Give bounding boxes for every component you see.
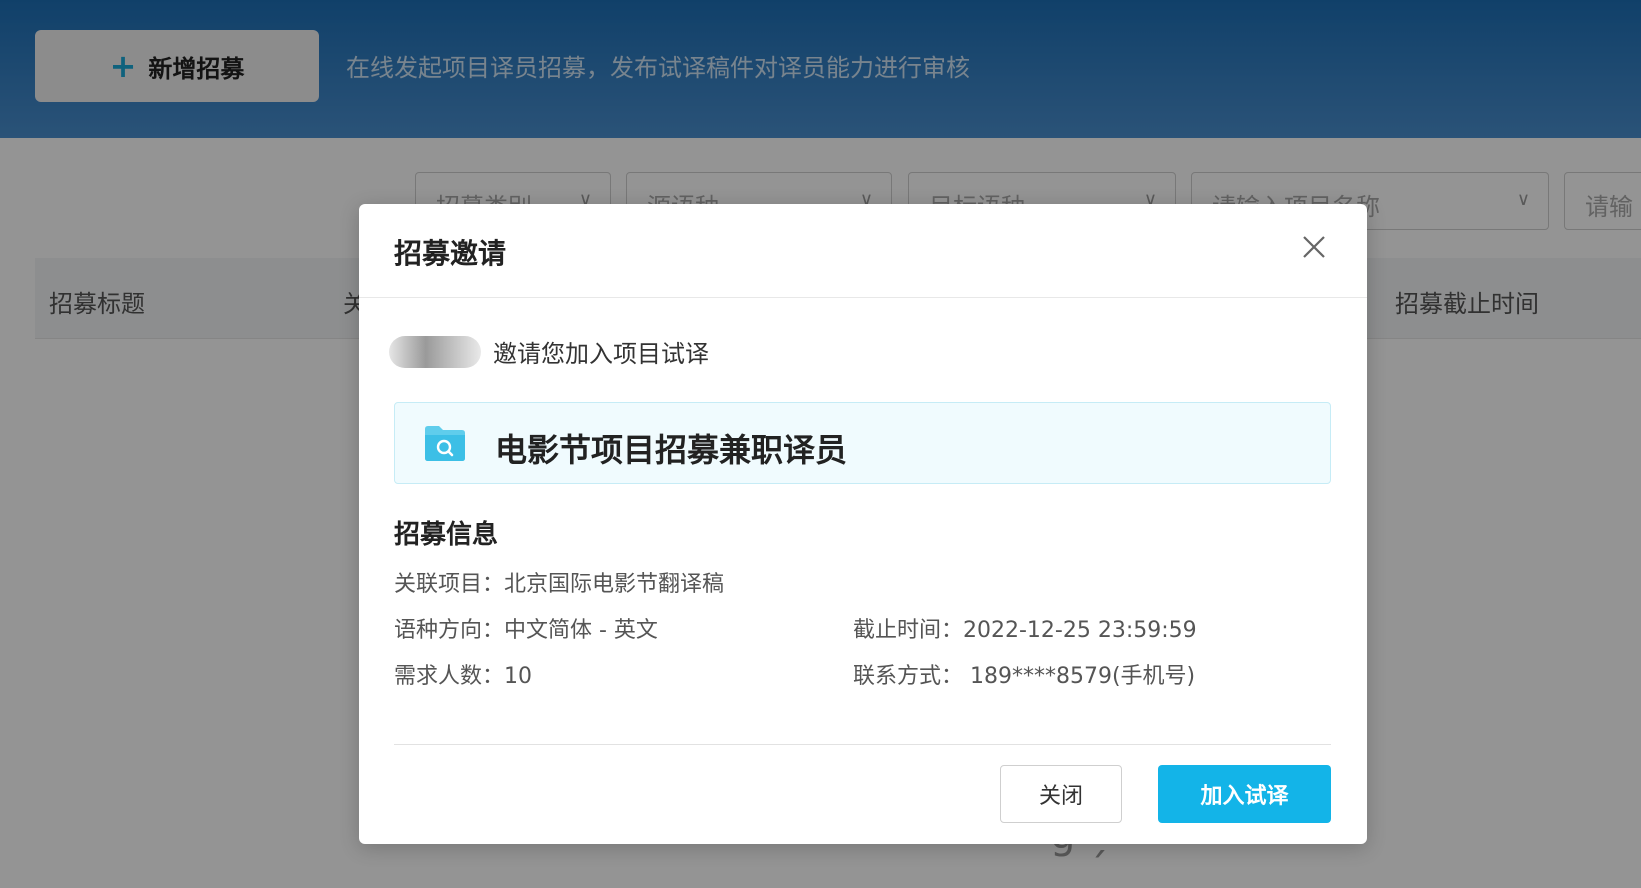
deadline: 截止时间：2022-12-25 23:59:59 <box>853 618 1197 643</box>
close-icon[interactable] <box>1299 232 1329 262</box>
project-title: 电影节项目招募兼职译员 <box>495 431 848 469</box>
recruitment-invite-dialog: 招募邀请 邀请您加入项目试译 电影节项目招募兼职译员 招募信息 关联项目：北京国… <box>359 204 1367 844</box>
inviter-row: 邀请您加入项目试译 <box>389 334 709 369</box>
language-direction: 语种方向：中文简体 - 英文 <box>394 618 658 643</box>
dialog-header-divider <box>359 297 1367 298</box>
project-card: 电影节项目招募兼职译员 <box>394 402 1331 484</box>
section-title: 招募信息 <box>394 520 499 550</box>
inviter-message: 邀请您加入项目试译 <box>493 340 709 368</box>
contact: 联系方式： 189****8579(手机号) <box>853 664 1196 689</box>
inviter-name-blurred <box>389 335 481 368</box>
dialog-title: 招募邀请 <box>394 237 507 270</box>
folder-search-icon <box>425 426 465 461</box>
join-trial-button[interactable]: 加入试译 <box>1158 765 1331 823</box>
headcount: 需求人数：10 <box>394 664 532 689</box>
related-project: 关联项目：北京国际电影节翻译稿 <box>394 572 725 597</box>
close-button[interactable]: 关闭 <box>1000 765 1122 823</box>
dialog-footer-divider <box>394 744 1331 745</box>
